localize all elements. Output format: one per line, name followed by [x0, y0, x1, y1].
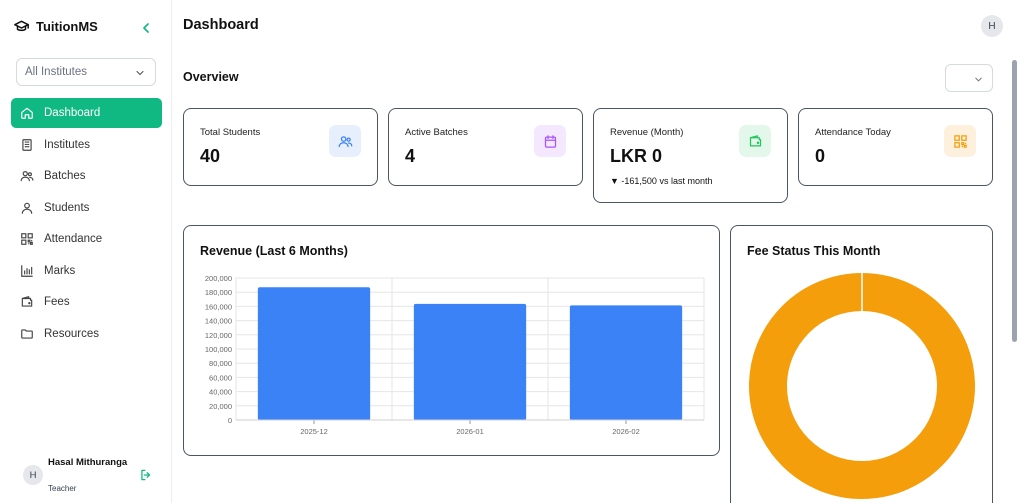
- stat-value: 40: [200, 146, 221, 166]
- graduation-cap-icon: [14, 20, 29, 32]
- sidebar-item-attendance[interactable]: Attendance: [11, 224, 162, 254]
- user-role: Teacher: [48, 484, 77, 493]
- chevron-down-icon: [975, 77, 982, 82]
- sidebar-item-label: Students: [44, 201, 90, 214]
- wallet-icon: [749, 134, 761, 146]
- stat-label: Revenue (Month): [610, 127, 684, 138]
- user-name: Hasal Mithuranga: [48, 457, 128, 468]
- wallet-icon: [21, 296, 33, 307]
- sidebar-item-label: Institutes: [44, 138, 91, 151]
- sidebar-nav: Dashboard Institutes Batches Students At…: [11, 98, 162, 350]
- qr-icon: [953, 134, 967, 148]
- fee-status-donut-chart: [749, 273, 975, 499]
- x-tick-label: 2026-01: [456, 427, 484, 436]
- sidebar-item-dashboard[interactable]: Dashboard: [11, 98, 162, 128]
- y-tick-label: 0: [228, 416, 232, 425]
- sidebar-item-resources[interactable]: Resources: [11, 319, 162, 349]
- stat-label: Total Students: [200, 127, 261, 138]
- logout-icon[interactable]: [139, 468, 153, 482]
- sidebar-item-label: Fees: [44, 296, 70, 308]
- y-tick-label: 140,000: [205, 317, 232, 326]
- stat-icon-badge: [944, 125, 976, 157]
- sidebar-item-students[interactable]: Students: [11, 193, 162, 223]
- folder-icon: [21, 328, 33, 339]
- sidebar-item-label: Batches: [44, 170, 86, 182]
- y-tick-label: 200,000: [205, 274, 232, 283]
- fee-status-panel: Fee Status This Month: [730, 225, 993, 503]
- y-tick-label: 80,000: [209, 359, 232, 368]
- revenue-bar: [413, 303, 527, 420]
- revenue-bar: [569, 305, 683, 420]
- sidebar-item-batches[interactable]: Batches: [11, 161, 162, 191]
- y-tick-label: 40,000: [209, 388, 232, 397]
- qr-icon: [21, 233, 33, 245]
- stat-card-total-students: Total Students 40: [183, 108, 378, 186]
- home-icon: [21, 107, 33, 119]
- stat-card-attendance-today: Attendance Today 0: [798, 108, 993, 186]
- sidebar-item-label: Dashboard: [44, 107, 101, 119]
- page-title: Dashboard: [183, 17, 259, 33]
- brand[interactable]: TuitionMS: [13, 18, 98, 34]
- page-scrollbar-thumb[interactable]: [1012, 60, 1017, 342]
- stat-value: 0: [815, 146, 826, 166]
- stat-card-revenue-month: Revenue (Month) LKR 0 ▼ -161,500 vs last…: [593, 108, 788, 203]
- header-avatar[interactable]: H: [981, 15, 1003, 37]
- user-icon: [21, 202, 33, 214]
- overview-select[interactable]: [945, 64, 993, 92]
- donut-slice[interactable]: [749, 273, 975, 499]
- stat-label: Active Batches: [405, 127, 468, 138]
- sidebar: TuitionMS All Institutes Dashboard Insti…: [0, 0, 172, 503]
- users-icon: [338, 135, 352, 147]
- chevron-down-icon: [136, 70, 144, 76]
- bar-chart-icon: [21, 264, 33, 277]
- building-icon: [22, 138, 32, 151]
- stat-icon-badge: [534, 125, 566, 157]
- calendar-icon: [544, 134, 556, 148]
- stat-card-active-batches: Active Batches 4: [388, 108, 583, 186]
- revenue-bar: [257, 287, 371, 420]
- app: TuitionMS All Institutes Dashboard Insti…: [0, 0, 1024, 503]
- revenue-chart-panel: Revenue (Last 6 Months) 0 20,000 40,000 60,…: [183, 225, 720, 456]
- sidebar-item-fees[interactable]: Fees: [11, 287, 162, 317]
- overview-title: Overview: [183, 70, 239, 84]
- stat-icon-badge: [739, 125, 771, 157]
- y-tick-label: 180,000: [205, 288, 232, 297]
- y-tick-label: 160,000: [205, 302, 232, 311]
- y-tick-label: 120,000: [205, 331, 232, 340]
- stat-value: 4: [405, 146, 416, 166]
- institute-select[interactable]: All Institutes: [16, 58, 156, 86]
- sidebar-item-label: Marks: [44, 264, 76, 277]
- stat-change: ▼ -161,500 vs last month: [610, 176, 713, 186]
- y-tick-label: 100,000: [205, 345, 232, 354]
- sidebar-item-label: Attendance: [44, 233, 103, 245]
- institute-select-value: All Institutes: [25, 66, 87, 78]
- x-tick-label: 2025-12: [300, 427, 328, 436]
- y-tick-label: 60,000: [209, 373, 232, 382]
- revenue-bar-chart: 0 20,000 40,000 60,000 80,000 100,000 120,000 1…: [205, 274, 705, 436]
- y-tick-label: 20,000: [209, 402, 232, 411]
- sidebar-item-institutes[interactable]: Institutes: [11, 130, 162, 160]
- avatar[interactable]: H: [23, 465, 43, 485]
- users-icon: [20, 171, 34, 182]
- stat-icon-badge: [329, 125, 361, 157]
- stat-label: Attendance Today: [815, 127, 891, 138]
- sidebar-item-label: Resources: [44, 327, 99, 340]
- brand-name: TuitionMS: [36, 18, 98, 34]
- x-tick-label: 2026-02: [612, 427, 640, 436]
- chevron-left-icon[interactable]: [138, 20, 154, 36]
- stat-value: LKR 0: [610, 146, 663, 166]
- user-profile: H Hasal Mithuranga Teacher: [23, 455, 163, 495]
- sidebar-item-marks[interactable]: Marks: [11, 256, 162, 286]
